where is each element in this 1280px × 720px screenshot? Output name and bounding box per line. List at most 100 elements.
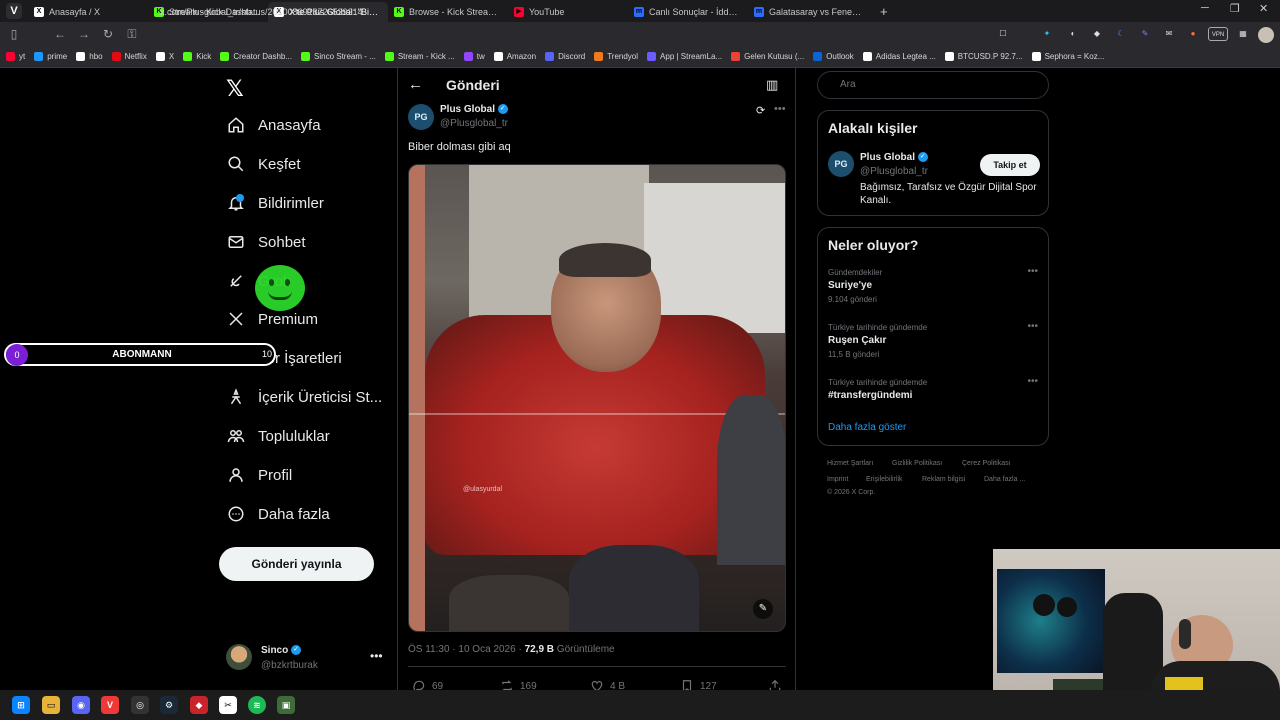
nav-item-bell[interactable]: Bildirimler	[226, 189, 324, 217]
obs-icon[interactable]: ◎	[131, 696, 149, 714]
image-grok-icon[interactable]: ✎	[753, 599, 773, 619]
forward-icon[interactable]: →	[72, 27, 96, 41]
footer-link[interactable]: Gizlilik Politikası	[892, 460, 942, 467]
communities-icon	[226, 426, 246, 446]
show-more-link[interactable]: Daha fazla göster	[828, 422, 906, 433]
trend-count: 9.104 gönderi	[828, 295, 877, 304]
bookmark-item[interactable]: Netflix	[111, 52, 147, 61]
trend-more-icon[interactable]: •••	[1027, 266, 1038, 277]
footer-link[interactable]: Erişilebilirlik	[866, 476, 903, 483]
footer-link[interactable]: Imprint	[827, 476, 848, 483]
related-name[interactable]: Plus Global ✓	[860, 152, 928, 163]
restore-icon[interactable]: ❐	[1230, 2, 1240, 15]
search-input[interactable]: Ara	[817, 71, 1049, 99]
bookmark-favicon-icon	[944, 52, 954, 61]
app-icon[interactable]: ▣	[277, 696, 295, 714]
bookmark-item[interactable]: Creator Dashb...	[220, 52, 292, 61]
footer-link[interactable]: Daha fazla ...	[984, 476, 1025, 483]
sidebar-toggle-icon[interactable]: ▯	[2, 27, 26, 41]
post-author-handle[interactable]: @Plusglobal_tr	[440, 118, 508, 129]
related-handle[interactable]: @Plusglobal_tr	[860, 166, 928, 177]
browser-menu-icon[interactable]: V	[6, 3, 22, 19]
trend-name[interactable]: Ruşen Çakır	[828, 335, 886, 346]
bookmark-item[interactable]: Outlook	[813, 52, 854, 61]
bookmark-item[interactable]: Trendyol	[594, 52, 638, 61]
back-icon[interactable]: ←	[48, 27, 72, 41]
nav-item-creator[interactable]: İçerik Üreticisi St...	[226, 383, 382, 411]
vpn-icon[interactable]: VPN	[1208, 27, 1228, 41]
x-logo-icon[interactable]: 𝕏	[226, 76, 244, 102]
reader-icon[interactable]: ▥	[766, 77, 778, 93]
file-explorer-icon[interactable]: ▭	[42, 696, 60, 714]
account-switcher[interactable]: Sinco ✓ @bzkrtburak •••	[226, 640, 386, 680]
trend-more-icon[interactable]: •••	[1027, 376, 1038, 387]
repost-button[interactable]: 169	[500, 679, 537, 690]
nav-item-home[interactable]: Anasayfa	[226, 111, 321, 139]
extension-icon[interactable]: ✉	[1162, 27, 1176, 41]
minimize-icon[interactable]: ─	[1201, 2, 1209, 14]
site-info-icon[interactable]: ⚿	[120, 27, 144, 42]
bookmark-item[interactable]: Kick	[183, 52, 211, 61]
more-options-icon[interactable]: •••	[370, 649, 383, 663]
bookmark-item[interactable]: Stream - Kick ...	[384, 52, 455, 61]
close-icon[interactable]: ✕	[1259, 2, 1268, 15]
share-button[interactable]	[768, 679, 788, 690]
nav-item-search[interactable]: Keşfet	[226, 150, 301, 178]
bookmark-item[interactable]: Sinco Stream - ...	[301, 52, 376, 61]
panel-icon[interactable]: ▦	[1236, 27, 1250, 41]
footer-link[interactable]: Hizmet Şartları	[827, 460, 873, 467]
bookmark-item[interactable]: Gelen Kutusu (...	[731, 52, 804, 61]
bookmark-item[interactable]: Discord	[545, 52, 585, 61]
extension-icon[interactable]: ◐	[1066, 27, 1080, 41]
profile-avatar-icon[interactable]	[1258, 27, 1274, 43]
post-more-icon[interactable]: •••	[774, 103, 786, 115]
reply-button[interactable]: 69	[412, 679, 443, 690]
bookmark-item[interactable]: Sephora = Koz...	[1031, 52, 1104, 61]
spotify-icon[interactable]: ≋	[248, 696, 266, 714]
nav-item-profile[interactable]: Profil	[226, 461, 292, 489]
bookmark-item[interactable]: prime	[34, 52, 67, 61]
back-arrow-icon[interactable]: ←	[408, 76, 423, 93]
bookmark-item[interactable]: Amazon	[493, 52, 536, 61]
vivaldi-icon[interactable]: V	[101, 696, 119, 714]
reload-icon[interactable]: ↻	[96, 27, 120, 41]
bookmark-button[interactable]: 127	[680, 679, 717, 690]
nav-item-more[interactable]: Daha fazla	[226, 500, 330, 528]
like-button[interactable]: 4 B	[590, 679, 625, 690]
extension-icon[interactable]: ●	[1186, 27, 1200, 41]
trend-more-icon[interactable]: •••	[1027, 321, 1038, 332]
post-button[interactable]: Gönderi yayınla	[219, 547, 374, 581]
bookmark-item[interactable]: App | StreamLa...	[647, 52, 722, 61]
nav-item-mail[interactable]: Sohbet	[226, 228, 306, 256]
follow-button[interactable]: Takip et	[980, 154, 1040, 176]
extension-icon[interactable]: ✦	[1040, 27, 1054, 41]
bookmark-item[interactable]: hbo	[76, 52, 103, 61]
post-author-avatar[interactable]: PG	[408, 104, 434, 130]
address-bar: ▯ ← → ↻ ⚿	[0, 22, 1280, 46]
bookmark-item[interactable]: tw	[463, 52, 485, 61]
bookmark-item[interactable]: Adidas Legtea ...	[862, 52, 936, 61]
bookmark-item[interactable]: X	[155, 52, 174, 61]
discord-icon[interactable]: ◉	[72, 696, 90, 714]
post-image[interactable]: @ulasyurdal ✎	[408, 164, 786, 632]
extension-icon[interactable]: ✎	[1138, 27, 1152, 41]
windows-start-icon[interactable]: ⊞	[12, 696, 30, 714]
nav-item-communities[interactable]: Topluluklar	[226, 422, 330, 450]
bookmark-item[interactable]: yt	[6, 52, 25, 61]
extension-icon[interactable]: ◆	[1090, 27, 1104, 41]
footer-link[interactable]: Çerez Politikası	[962, 460, 1011, 467]
trend-name[interactable]: #transfergündemi	[828, 390, 912, 401]
capcut-icon[interactable]: ✂	[219, 696, 237, 714]
bookmark-item[interactable]: BTCUSD.P 92.7...	[944, 52, 1023, 61]
subscriber-goal-label: ABONMANN	[112, 349, 172, 360]
grok-explain-icon[interactable]: ⟳	[756, 104, 765, 117]
related-avatar[interactable]: PG	[828, 151, 854, 177]
trend-name[interactable]: Suriye'ye	[828, 280, 872, 291]
steam-icon[interactable]: ⚙	[160, 696, 178, 714]
footer-link[interactable]: Reklam bilgisi	[922, 476, 965, 483]
post-author-name[interactable]: Plus Global ✓	[440, 104, 508, 115]
url-field[interactable]: x.com/Plusglobal_tr/status/2010086918726…	[130, 4, 970, 20]
extension-icon[interactable]: ☾	[1114, 27, 1128, 41]
app-icon[interactable]: ◆	[190, 696, 208, 714]
bookmark-page-icon[interactable]: ☐	[996, 27, 1010, 41]
